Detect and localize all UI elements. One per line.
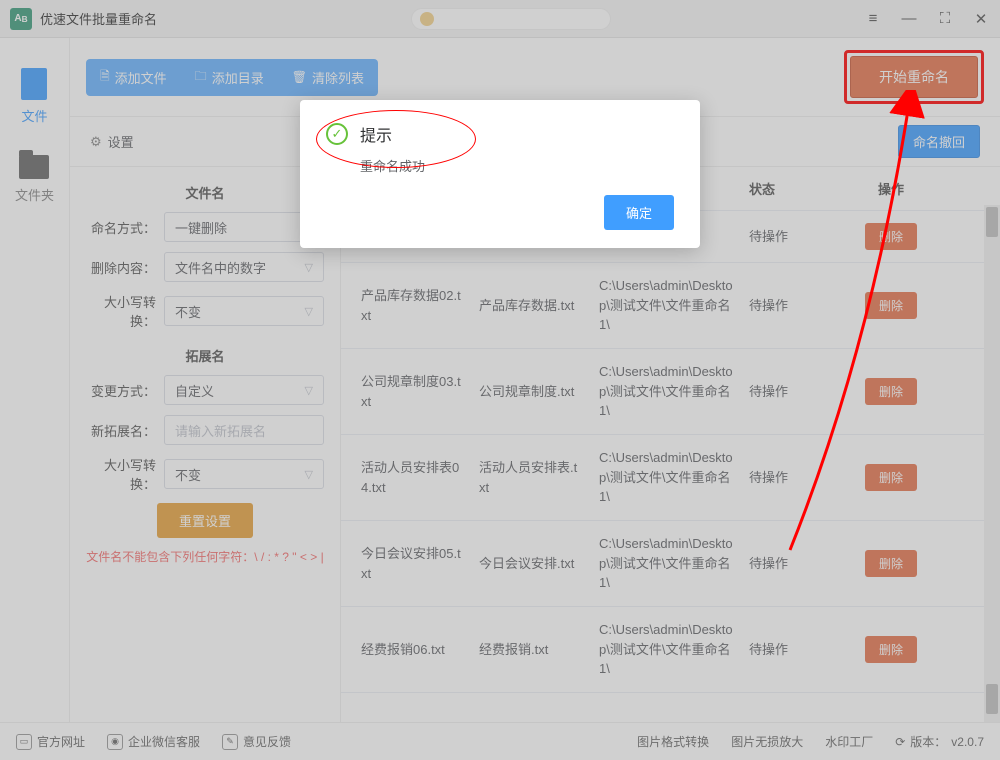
dialog-title: 提示	[360, 122, 392, 146]
alert-dialog: ✓ 提示 重命名成功 确定	[300, 100, 700, 248]
success-check-icon: ✓	[326, 123, 348, 145]
dialog-ok-button[interactable]: 确定	[604, 195, 674, 230]
modal-overlay: ✓ 提示 重命名成功 确定	[0, 0, 1000, 760]
dialog-message: 重命名成功	[360, 156, 674, 175]
